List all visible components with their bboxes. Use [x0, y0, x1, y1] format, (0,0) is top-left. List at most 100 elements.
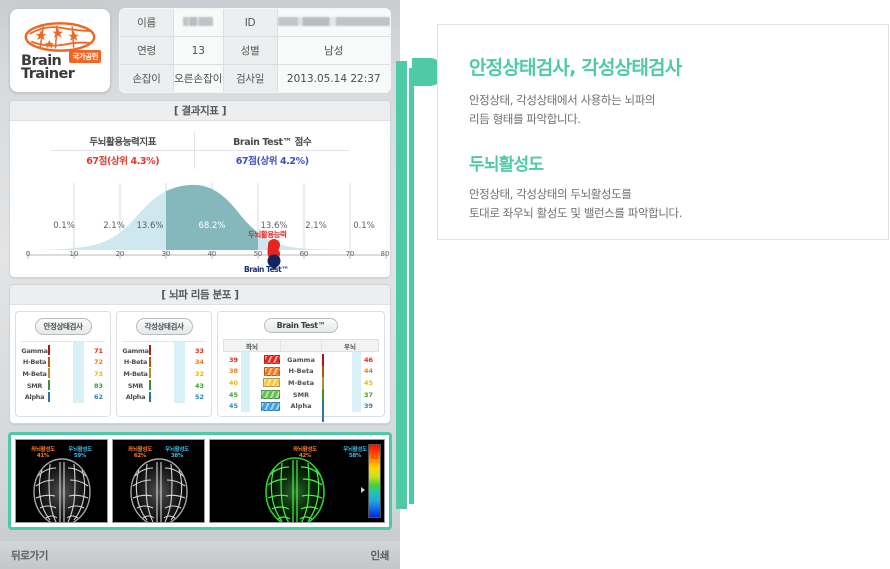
scale-num-2: 42 [371, 455, 378, 461]
info-heading-1: 안정상태검사, 각성상태검사 [469, 57, 682, 79]
header-spacer [280, 339, 322, 352]
ability-marker-label: 두뇌활용능력 [248, 230, 287, 239]
info-body-2: 안정상태, 각성상태의 두뇌활성도를 토대로 좌우뇌 활성도 및 밸런스를 파악… [469, 185, 888, 223]
bar-fill [48, 380, 50, 391]
logo-name-line2: Trainer [21, 66, 75, 82]
bar-row-hbeta: H-Beta 34 [122, 356, 206, 369]
report-header: Brain Trainer 국가공헌 이름 ID 연령 13 성별 남성 손잡이… [9, 8, 391, 93]
axis-tick-70: 70 [345, 250, 355, 258]
bar-value-left: 38 [228, 367, 238, 376]
bar-row-gamma: 39 Gamma 46 [223, 354, 379, 376]
bar-value: 43 [195, 381, 205, 390]
rhythm-card-title: [ 뇌파 리듬 분포 ] [10, 285, 390, 305]
bar-label: SMR [127, 381, 144, 390]
panel3-bars: 39 Gamma 46 38 H-Beta 44 40 M-Beta 45 45… [223, 352, 379, 422]
bar-row-mbeta: M-Beta 73 [21, 368, 105, 380]
brain-image-resting[interactable]: 좌뇌활성도 41% 우뇌활성도 59% [15, 439, 108, 523]
bar-track-left [238, 355, 280, 365]
brain-scan-icon-green [265, 457, 325, 522]
bar-track-right [322, 354, 364, 376]
info-body-2-line1: 안정상태, 각성상태의 두뇌활성도를 [469, 187, 632, 201]
braintest-table-header: 좌뇌 우뇌 [223, 339, 379, 352]
bar-track-left [238, 378, 280, 388]
value-age: 13 [173, 36, 224, 65]
table-row: 연령 13 성별 남성 [120, 36, 390, 65]
braintest-marker-label: Brain Test™ [244, 265, 289, 274]
rhythm-panels-row: 안정상태검사 Gamma 71 H-Beta 72 M-Beta 73 SMR … [10, 305, 390, 423]
value-handedness: 오른손잡이 [173, 64, 224, 92]
bottom-action-bar: 뒤로가기 인쇄 [0, 541, 400, 569]
rhythm-distribution-card: [ 뇌파 리듬 분포 ] 안정상태검사 Gamma 71 H-Beta 72 M… [9, 284, 391, 424]
back-button[interactable]: 뒤로가기 [11, 548, 48, 563]
label-age: 연령 [120, 36, 174, 65]
table-row: 손잡이 오른손잡이 검사일 2013.05.14 22:37 [120, 64, 390, 92]
bar-track-right [322, 400, 364, 422]
bar-track [48, 368, 92, 379]
axis-tick-20: 20 [115, 250, 125, 258]
patient-info-table: 이름 ID 연령 13 성별 남성 손잡이 오른손잡이 검사일 2013.05.… [119, 8, 391, 93]
play-triangle-icon[interactable] [361, 487, 365, 493]
bar-fill [263, 355, 280, 365]
bar-label: Gamma [122, 346, 149, 355]
band-label-0: 0.1% [53, 221, 75, 231]
result-indicator-card: [ 결과지표 ] 두뇌활용능력지표 Brain Test™ 점수 67점(상위 … [9, 100, 391, 278]
bar-label: H-Beta [123, 358, 148, 367]
bar-label: M-Beta [22, 369, 47, 378]
bar-label: Gamma [287, 355, 315, 364]
print-button[interactable]: 인쇄 [370, 548, 389, 563]
header-right-brain: 우뇌 [344, 342, 356, 351]
header-left-brain: 좌뇌 [246, 342, 258, 351]
bar-track [48, 356, 92, 367]
bar-track [149, 345, 193, 356]
bar-label: Alpha [125, 393, 146, 402]
brain-image-aroused[interactable]: 좌뇌활성도 62% 우뇌활성도 38% [112, 439, 205, 523]
bar-label: M-Beta [123, 369, 148, 378]
table-row: 이름 ID [120, 9, 390, 37]
bar-row-mbeta: M-Beta 32 [122, 368, 206, 380]
bar-value: 32 [195, 369, 205, 378]
bar-track [48, 380, 92, 391]
brain-trainer-logo: Brain Trainer 국가공헌 [9, 8, 111, 93]
info-content: 안정상태검사, 각성상태검사 안정상태, 각성상태에서 사용하는 뇌파의 리듬 … [438, 25, 888, 223]
bar-track-left [238, 390, 280, 400]
bar-track [149, 368, 193, 379]
label-gender: 성별 [222, 36, 278, 65]
label-handedness: 손잡이 [120, 64, 174, 92]
score-table: 두뇌활용능력지표 Brain Test™ 점수 67점(상위 4.3%) 67점… [50, 131, 350, 170]
bar-value-right: 45 [364, 378, 374, 387]
info-heading-2: 두뇌활성도 [469, 155, 544, 175]
bar-label: SMR [26, 381, 43, 390]
bar-value: 72 [94, 358, 104, 367]
scale-numbers: 51 38 42 [369, 444, 380, 462]
bar-fill [322, 400, 324, 422]
label-id: ID [222, 9, 278, 37]
bar-value-right: 37 [364, 390, 374, 399]
axis-tick-30: 30 [161, 250, 171, 258]
bar-value-left: 45 [228, 402, 238, 411]
bar-row-hbeta: H-Beta 72 [21, 356, 105, 369]
bar-row-alpha: Alpha 62 [21, 391, 105, 403]
bar-value: 73 [94, 369, 104, 378]
label-testdate: 검사일 [222, 64, 278, 92]
bar-row-alpha: 45 Alpha 39 [223, 400, 379, 422]
bar-fill [48, 391, 50, 402]
value-testdate: 2013.05.14 22:37 [276, 64, 390, 92]
bar-fill [48, 356, 50, 367]
bar-value-left: 45 [228, 390, 238, 399]
bar-label: Alpha [24, 393, 45, 402]
bar-track-right [322, 389, 364, 411]
value-name [173, 9, 224, 37]
brain-activity-strip[interactable]: 좌뇌활성도 41% 우뇌활성도 59% 좌뇌활성도 62% 우뇌활성도 38% … [8, 432, 392, 530]
axis-tick-40: 40 [207, 250, 217, 258]
panel1-bars: Gamma 71 H-Beta 72 M-Beta 73 SMR 83 Alph… [21, 341, 105, 403]
panel2-title: 각성상태검사 [135, 318, 193, 335]
panel1-title: 안정상태검사 [34, 318, 92, 335]
bar-fill [149, 368, 151, 379]
bar-fill [149, 391, 151, 402]
band-label-2: 13.6% [136, 221, 164, 231]
bar-track-right [322, 365, 364, 387]
brain-image-braintest[interactable]: 좌뇌활성도 42% 우뇌활성도 58% 51 38 42 [209, 439, 385, 523]
rhythm-panel-braintest: Brain Test™ 좌뇌 우뇌 39 Gamma 46 38 H-Beta … [217, 311, 385, 422]
redacted-id [277, 16, 390, 26]
bar-value: 83 [94, 381, 104, 390]
